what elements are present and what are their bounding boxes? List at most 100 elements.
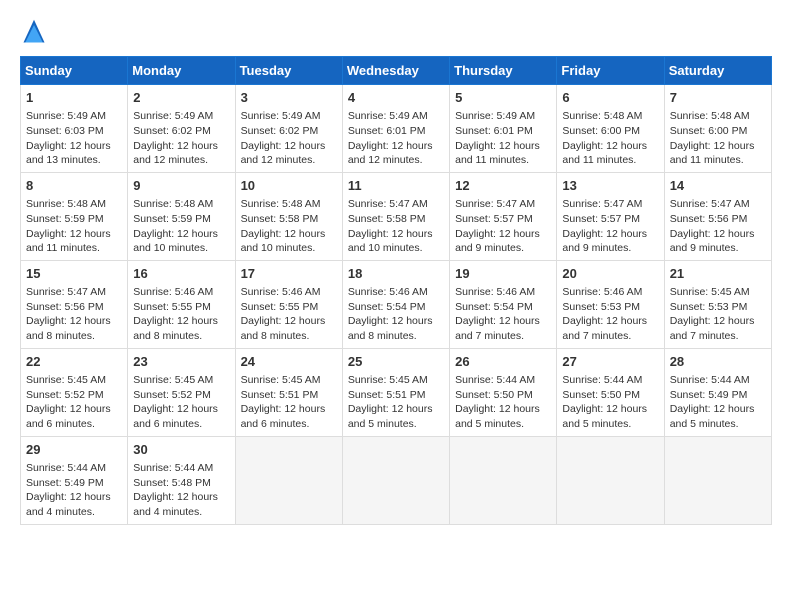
day-number: 28 — [670, 353, 766, 371]
day-of-week-header: Monday — [128, 57, 235, 85]
calendar-day-cell: 20 Sunrise: 5:46 AM Sunset: 5:53 PM Dayli… — [557, 260, 664, 348]
calendar-day-cell: 29 Sunrise: 5:44 AM Sunset: 5:49 PM Dayli… — [21, 436, 128, 524]
calendar-day-cell — [450, 436, 557, 524]
day-detail: Sunrise: 5:48 AM Sunset: 5:58 PM Dayligh… — [241, 197, 337, 256]
header — [20, 18, 772, 46]
calendar-day-cell — [557, 436, 664, 524]
day-detail: Sunrise: 5:48 AM Sunset: 6:00 PM Dayligh… — [562, 109, 658, 168]
day-number: 24 — [241, 353, 337, 371]
calendar-day-cell: 9 Sunrise: 5:48 AM Sunset: 5:59 PM Daylig… — [128, 172, 235, 260]
calendar-week-row: 8Sunrise: 5:48 AM Sunset: 5:59 PM Daylig… — [21, 172, 772, 260]
logo — [20, 18, 52, 46]
day-detail: Sunrise: 5:45 AM Sunset: 5:52 PM Dayligh… — [26, 373, 122, 432]
day-detail: Sunrise: 5:46 AM Sunset: 5:53 PM Dayligh… — [562, 285, 658, 344]
calendar-day-cell: 26 Sunrise: 5:44 AM Sunset: 5:50 PM Dayli… — [450, 348, 557, 436]
calendar-day-cell: 15 Sunrise: 5:47 AM Sunset: 5:56 PM Dayli… — [21, 260, 128, 348]
day-number: 11 — [348, 177, 444, 195]
calendar-header-row: SundayMondayTuesdayWednesdayThursdayFrid… — [21, 57, 772, 85]
calendar-day-cell — [342, 436, 449, 524]
calendar-day-cell: 17 Sunrise: 5:46 AM Sunset: 5:55 PM Dayli… — [235, 260, 342, 348]
day-number: 21 — [670, 265, 766, 283]
day-number: 3 — [241, 89, 337, 107]
day-number: 16 — [133, 265, 229, 283]
day-detail: Sunrise: 5:44 AM Sunset: 5:48 PM Dayligh… — [133, 461, 229, 520]
calendar-day-cell: 5Sunrise: 5:49 AM Sunset: 6:01 PM Daylig… — [450, 85, 557, 173]
day-number: 14 — [670, 177, 766, 195]
calendar-day-cell: 4 Sunrise: 5:49 AM Sunset: 6:01 PM Daylig… — [342, 85, 449, 173]
day-number: 22 — [26, 353, 122, 371]
day-detail: Sunrise: 5:49 AM Sunset: 6:02 PM Dayligh… — [133, 109, 229, 168]
day-number: 13 — [562, 177, 658, 195]
day-of-week-header: Friday — [557, 57, 664, 85]
calendar-day-cell: 11 Sunrise: 5:47 AM Sunset: 5:58 PM Dayli… — [342, 172, 449, 260]
day-number: 15 — [26, 265, 122, 283]
calendar-day-cell: 23 Sunrise: 5:45 AM Sunset: 5:52 PM Dayli… — [128, 348, 235, 436]
calendar-day-cell: 24 Sunrise: 5:45 AM Sunset: 5:51 PM Dayli… — [235, 348, 342, 436]
day-number: 19 — [455, 265, 551, 283]
day-detail: Sunrise: 5:46 AM Sunset: 5:55 PM Dayligh… — [133, 285, 229, 344]
calendar-day-cell — [664, 436, 771, 524]
day-detail: Sunrise: 5:45 AM Sunset: 5:51 PM Dayligh… — [241, 373, 337, 432]
calendar-day-cell: 14 Sunrise: 5:47 AM Sunset: 5:56 PM Dayli… — [664, 172, 771, 260]
day-number: 25 — [348, 353, 444, 371]
day-number: 9 — [133, 177, 229, 195]
calendar-day-cell: 1 Sunrise: 5:49 AM Sunset: 6:03 PM Daylig… — [21, 85, 128, 173]
day-number: 18 — [348, 265, 444, 283]
day-of-week-header: Sunday — [21, 57, 128, 85]
calendar-day-cell: 27Sunrise: 5:44 AM Sunset: 5:50 PM Dayli… — [557, 348, 664, 436]
calendar-day-cell: 22 Sunrise: 5:45 AM Sunset: 5:52 PM Dayli… — [21, 348, 128, 436]
calendar-day-cell: 6Sunrise: 5:48 AM Sunset: 6:00 PM Daylig… — [557, 85, 664, 173]
day-number: 1 — [26, 89, 122, 107]
calendar-week-row: 22 Sunrise: 5:45 AM Sunset: 5:52 PM Dayli… — [21, 348, 772, 436]
day-detail: Sunrise: 5:49 AM Sunset: 6:01 PM Dayligh… — [348, 109, 444, 168]
day-number: 4 — [348, 89, 444, 107]
day-number: 12 — [455, 177, 551, 195]
calendar-day-cell: 7 Sunrise: 5:48 AM Sunset: 6:00 PM Daylig… — [664, 85, 771, 173]
day-detail: Sunrise: 5:44 AM Sunset: 5:49 PM Dayligh… — [26, 461, 122, 520]
day-detail: Sunrise: 5:46 AM Sunset: 5:54 PM Dayligh… — [348, 285, 444, 344]
day-number: 23 — [133, 353, 229, 371]
day-of-week-header: Wednesday — [342, 57, 449, 85]
calendar-week-row: 29 Sunrise: 5:44 AM Sunset: 5:49 PM Dayli… — [21, 436, 772, 524]
day-of-week-header: Thursday — [450, 57, 557, 85]
day-detail: Sunrise: 5:46 AM Sunset: 5:54 PM Dayligh… — [455, 285, 551, 344]
day-detail: Sunrise: 5:49 AM Sunset: 6:03 PM Dayligh… — [26, 109, 122, 168]
day-detail: Sunrise: 5:48 AM Sunset: 5:59 PM Dayligh… — [133, 197, 229, 256]
day-number: 7 — [670, 89, 766, 107]
day-number: 10 — [241, 177, 337, 195]
day-number: 30 — [133, 441, 229, 459]
calendar-day-cell: 13 Sunrise: 5:47 AM Sunset: 5:57 PM Dayli… — [557, 172, 664, 260]
calendar-day-cell: 19 Sunrise: 5:46 AM Sunset: 5:54 PM Dayli… — [450, 260, 557, 348]
calendar-day-cell: 16 Sunrise: 5:46 AM Sunset: 5:55 PM Dayli… — [128, 260, 235, 348]
day-detail: Sunrise: 5:47 AM Sunset: 5:57 PM Dayligh… — [562, 197, 658, 256]
day-number: 27 — [562, 353, 658, 371]
calendar-day-cell — [235, 436, 342, 524]
calendar-day-cell: 18 Sunrise: 5:46 AM Sunset: 5:54 PM Dayli… — [342, 260, 449, 348]
day-detail: Sunrise: 5:44 AM Sunset: 5:50 PM Dayligh… — [455, 373, 551, 432]
day-number: 2 — [133, 89, 229, 107]
day-detail: Sunrise: 5:49 AM Sunset: 6:02 PM Dayligh… — [241, 109, 337, 168]
day-detail: Sunrise: 5:47 AM Sunset: 5:56 PM Dayligh… — [670, 197, 766, 256]
logo-icon — [20, 18, 48, 46]
day-detail: Sunrise: 5:46 AM Sunset: 5:55 PM Dayligh… — [241, 285, 337, 344]
day-detail: Sunrise: 5:45 AM Sunset: 5:52 PM Dayligh… — [133, 373, 229, 432]
day-detail: Sunrise: 5:47 AM Sunset: 5:57 PM Dayligh… — [455, 197, 551, 256]
day-detail: Sunrise: 5:44 AM Sunset: 5:49 PM Dayligh… — [670, 373, 766, 432]
day-detail: Sunrise: 5:45 AM Sunset: 5:51 PM Dayligh… — [348, 373, 444, 432]
calendar-day-cell: 28 Sunrise: 5:44 AM Sunset: 5:49 PM Dayli… — [664, 348, 771, 436]
day-number: 20 — [562, 265, 658, 283]
day-of-week-header: Saturday — [664, 57, 771, 85]
day-detail: Sunrise: 5:47 AM Sunset: 5:58 PM Dayligh… — [348, 197, 444, 256]
day-detail: Sunrise: 5:48 AM Sunset: 5:59 PM Dayligh… — [26, 197, 122, 256]
day-number: 29 — [26, 441, 122, 459]
day-detail: Sunrise: 5:45 AM Sunset: 5:53 PM Dayligh… — [670, 285, 766, 344]
day-detail: Sunrise: 5:48 AM Sunset: 6:00 PM Dayligh… — [670, 109, 766, 168]
day-detail: Sunrise: 5:47 AM Sunset: 5:56 PM Dayligh… — [26, 285, 122, 344]
calendar-day-cell: 2 Sunrise: 5:49 AM Sunset: 6:02 PM Daylig… — [128, 85, 235, 173]
day-number: 26 — [455, 353, 551, 371]
day-number: 17 — [241, 265, 337, 283]
calendar-week-row: 15 Sunrise: 5:47 AM Sunset: 5:56 PM Dayli… — [21, 260, 772, 348]
calendar-day-cell: 8Sunrise: 5:48 AM Sunset: 5:59 PM Daylig… — [21, 172, 128, 260]
day-of-week-header: Tuesday — [235, 57, 342, 85]
calendar-day-cell: 30 Sunrise: 5:44 AM Sunset: 5:48 PM Dayli… — [128, 436, 235, 524]
